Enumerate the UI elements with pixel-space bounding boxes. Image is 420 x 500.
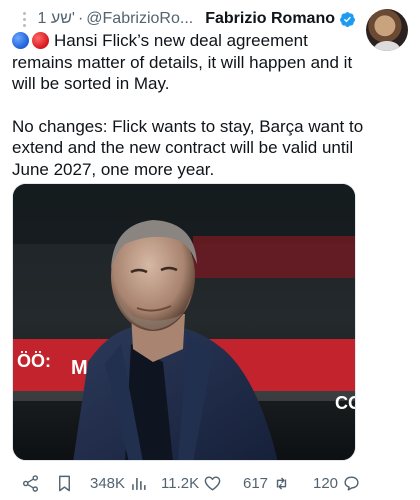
- bookmark-button[interactable]: [55, 470, 74, 496]
- paragraph-1-text: Hansi Flick’s new deal agreement remains…: [12, 31, 353, 93]
- tweet-paragraph-1: Hansi Flick’s new deal agreement remains…: [12, 30, 364, 95]
- blue-circle-icon: [12, 32, 29, 49]
- tweet-photo[interactable]: ÖÖ: MA CO: [12, 183, 356, 461]
- reply-button[interactable]: 120: [313, 470, 361, 496]
- views-count: 348K: [90, 474, 126, 492]
- bookmark-icon: [59, 475, 70, 491]
- heart-icon: [204, 475, 221, 491]
- retweet-icon: [276, 476, 287, 490]
- like-button[interactable]: 11.2K: [161, 470, 222, 496]
- views-chart-icon: [132, 477, 146, 490]
- photo-image: ÖÖ: MA CO: [13, 184, 356, 460]
- likes-count: 11.2K: [161, 474, 200, 492]
- share-icon: [22, 474, 39, 492]
- views-button[interactable]: 348K: [90, 470, 148, 496]
- more-options-icon[interactable]: [18, 8, 32, 30]
- retweet-button[interactable]: 617: [243, 470, 291, 496]
- tweet-actions: 348K 11.2K 617 120: [0, 470, 420, 498]
- author-avatar[interactable]: [366, 9, 408, 51]
- reply-bubble-icon: [344, 475, 359, 491]
- replies-count: 120: [313, 474, 339, 492]
- banner-text-left: ÖÖ:: [17, 351, 51, 371]
- author-handle[interactable]: @FabrizioRo...: [86, 10, 193, 28]
- tweet-text: Hansi Flick’s new deal agreement remains…: [12, 30, 364, 180]
- verified-badge-icon: [340, 11, 355, 27]
- author-line: 1 שע' · @FabrizioRo... Fabrizio Romano: [18, 8, 356, 30]
- retweets-count: 617: [243, 474, 269, 492]
- author-name[interactable]: Fabrizio Romano: [205, 10, 335, 28]
- share-button[interactable]: [21, 470, 40, 496]
- tweet-paragraph-2: No changes: Flick wants to stay, Barça w…: [12, 116, 364, 179]
- separator-dot: ·: [77, 10, 84, 27]
- red-circle-icon: [32, 32, 49, 49]
- tweet-header: 1 שע' · @FabrizioRo... Fabrizio Romano: [0, 0, 420, 51]
- tweet-time[interactable]: 1 שע': [38, 10, 75, 28]
- banner-text-right: CO: [335, 393, 356, 413]
